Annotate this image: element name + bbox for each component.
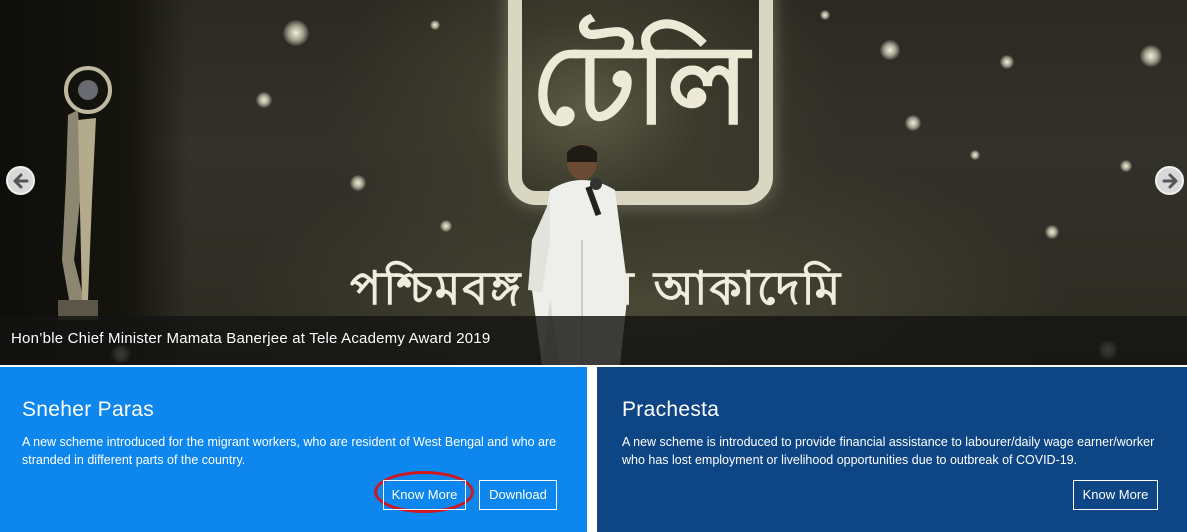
slider-next-button[interactable] xyxy=(1155,166,1184,195)
stage-sparkle xyxy=(820,10,830,20)
stage-sparkle xyxy=(905,115,921,131)
stage-sparkle xyxy=(283,20,309,46)
scheme-card-sneher-paras: Sneher Paras A new scheme introduced for… xyxy=(0,367,587,532)
scheme-title: Prachesta xyxy=(622,398,720,421)
scheme-description: A new scheme introduced for the migrant … xyxy=(22,435,557,467)
hero-slider: টেলি পশ্চিমবঙ্গ টেলি আকাদেমি Hon’ble Chi… xyxy=(0,0,1187,365)
scheme-description: A new scheme is introduced to provide fi… xyxy=(622,435,1155,467)
slide-caption: Hon’ble Chief Minister Mamata Banerjee a… xyxy=(11,330,491,347)
stage-sparkle xyxy=(1120,160,1132,172)
trophy-icon xyxy=(58,66,112,320)
arrow-left-icon xyxy=(13,173,28,188)
tele-logo-glyph: টেলি xyxy=(531,20,749,149)
download-button[interactable]: Download xyxy=(479,480,557,510)
stage-sparkle xyxy=(1000,55,1014,69)
stage-sparkle xyxy=(350,175,366,191)
stage-sparkle xyxy=(1140,45,1162,67)
scheme-title: Sneher Paras xyxy=(22,398,155,421)
stage-sparkle xyxy=(256,92,272,108)
stage-sparkle xyxy=(970,150,980,160)
stage-banner-text: পশ্চিমবঙ্গ টেলি আকাদেমি xyxy=(350,261,843,315)
know-more-button[interactable]: Know More xyxy=(383,480,466,510)
slider-prev-button[interactable] xyxy=(6,166,35,195)
arrow-right-icon xyxy=(1162,173,1177,188)
stage-sparkle xyxy=(430,20,440,30)
slide-caption-bar: Hon’ble Chief Minister Mamata Banerjee a… xyxy=(0,316,1187,365)
stage-sparkle xyxy=(440,220,452,232)
know-more-button[interactable]: Know More xyxy=(1073,480,1158,510)
stage-sparkle xyxy=(1045,225,1059,239)
stage-sparkle xyxy=(880,40,900,60)
scheme-card-prachesta: Prachesta A new scheme is introduced to … xyxy=(597,367,1187,532)
